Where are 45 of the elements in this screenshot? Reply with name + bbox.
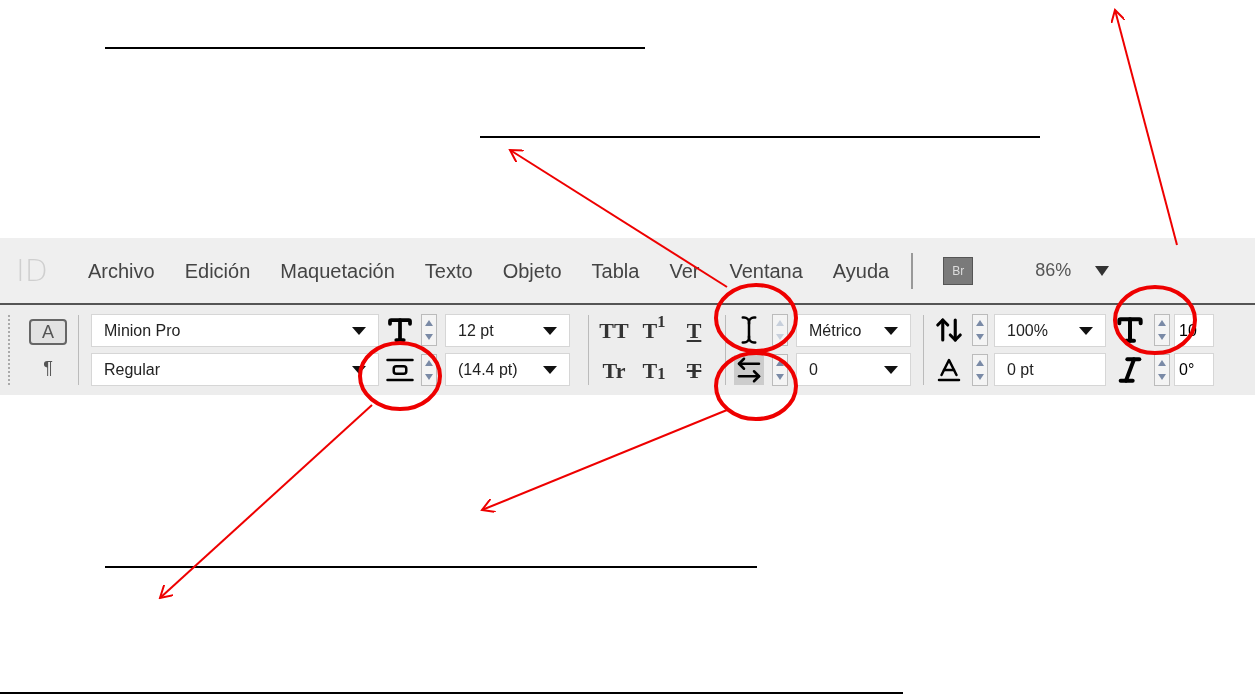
letter-t-icon <box>1114 314 1146 346</box>
mode-button[interactable]: ¶ <box>29 355 67 381</box>
kerning-field[interactable]: Métrico <box>796 314 911 347</box>
vertical-scale-field[interactable]: 100% <box>994 314 1106 347</box>
text-style-button[interactable]: T$_{1}$ <box>637 354 671 386</box>
dropdown-arrow-icon[interactable] <box>352 365 366 374</box>
skew-field[interactable]: 0° <box>1174 353 1214 386</box>
dropdown-arrow-icon[interactable] <box>1095 265 1110 276</box>
leading-field[interactable]: (14.4 pt) <box>445 353 570 386</box>
spinner-icon[interactable] <box>1154 314 1170 346</box>
spinner-icon[interactable] <box>972 314 988 346</box>
text-style-button[interactable]: T <box>677 314 711 346</box>
menu-item[interactable]: Objeto <box>502 255 562 286</box>
zoom-level[interactable]: 86% <box>1035 257 1072 284</box>
menu-item[interactable]: Texto <box>424 255 473 286</box>
menu-item[interactable]: Ventana <box>729 255 803 286</box>
font-style-field[interactable]: Regular <box>91 353 379 386</box>
dropdown-arrow-icon[interactable] <box>884 326 898 335</box>
horizontal-arrows-icon <box>734 355 764 385</box>
menu-item[interactable]: Edición <box>184 255 251 286</box>
mode-button[interactable]: A <box>29 319 67 345</box>
dropdown-arrow-icon[interactable] <box>1079 326 1093 335</box>
tracking-field[interactable]: 0 <box>796 353 911 386</box>
dropdown-arrow-icon[interactable] <box>543 365 557 374</box>
vertical-arrows-icon <box>934 315 964 345</box>
spinner-icon[interactable] <box>421 354 437 386</box>
text-style-button[interactable]: T <box>677 354 711 386</box>
dropdown-arrow-icon[interactable] <box>352 326 366 335</box>
menu-item[interactable]: Tabla <box>591 255 640 286</box>
text-style-button[interactable]: T$^{1}$ <box>637 314 671 346</box>
spinner-icon[interactable] <box>1154 354 1170 386</box>
menu-item[interactable]: Ayuda <box>832 255 890 286</box>
spinner-icon[interactable] <box>421 314 437 346</box>
menu-item[interactable]: Ver <box>669 255 700 286</box>
spinner-icon[interactable] <box>772 314 788 346</box>
text-style-button[interactable]: Tr <box>597 354 631 386</box>
dropdown-arrow-icon[interactable] <box>543 326 557 335</box>
menu-item[interactable]: Maquetación <box>280 255 395 286</box>
dropdown-arrow-icon[interactable] <box>884 365 898 374</box>
spinner-icon[interactable] <box>972 354 988 386</box>
text-style-button[interactable]: TT <box>597 314 631 346</box>
font-size-field[interactable]: 12 pt <box>445 314 570 347</box>
font-family-field[interactable]: Minion Pro <box>91 314 379 347</box>
menu-item[interactable]: Archivo <box>88 255 155 286</box>
baseline-shift-field[interactable]: 0 pt <box>994 353 1106 386</box>
